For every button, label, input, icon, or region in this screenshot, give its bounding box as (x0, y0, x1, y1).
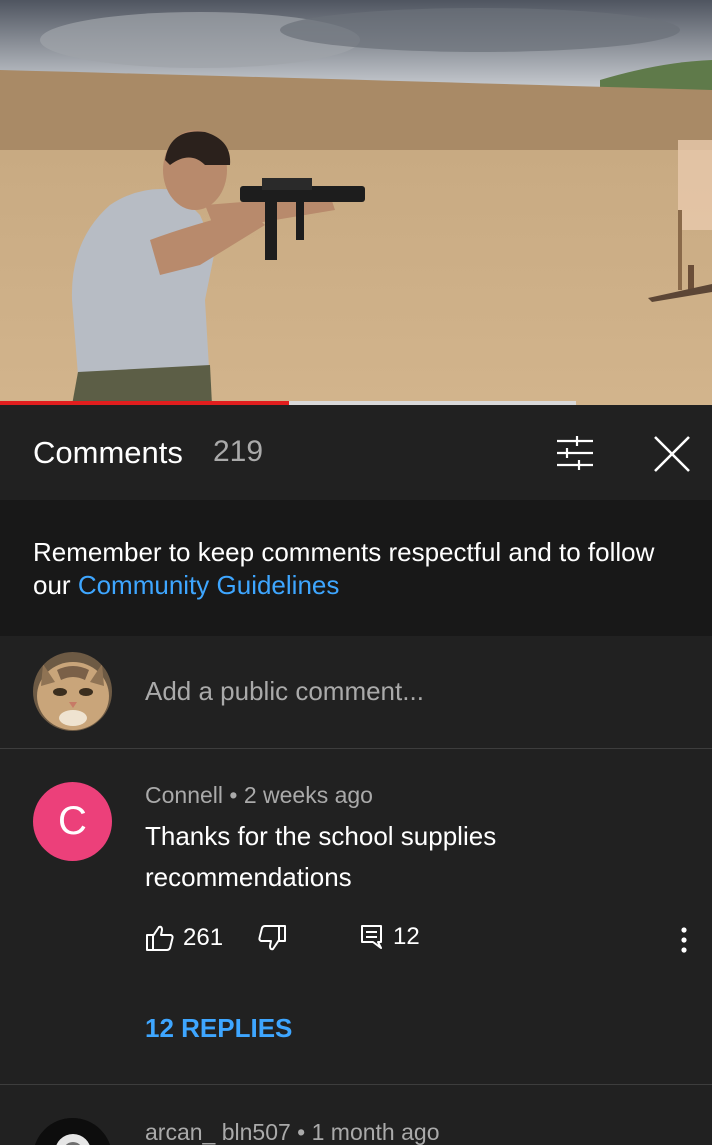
commenter-avatar[interactable]: C (33, 782, 112, 861)
reply-count: 12 (393, 923, 420, 950)
video-frame (0, 0, 712, 405)
comments-count: 219 (213, 435, 264, 468)
comments-title: Comments (33, 435, 183, 470)
notice-text: Remember to keep comments respectful and… (33, 536, 683, 602)
reply-button[interactable]: 12 (359, 923, 420, 951)
reply-comment-icon (361, 925, 382, 949)
community-notice: Remember to keep comments respectful and… (0, 500, 712, 636)
like-count: 261 (183, 924, 224, 951)
commenter-avatar[interactable] (33, 1118, 112, 1145)
user-avatar (33, 652, 112, 731)
filter-sliders-icon[interactable] (553, 433, 597, 473)
add-comment-row: Add a public comment... (0, 636, 712, 749)
like-button[interactable]: 261 (145, 923, 223, 953)
comment-text: Thanks for the school supplies recommend… (145, 821, 497, 892)
thumbs-up-icon (146, 925, 174, 951)
comment-meta: arcan_ bln507 • 1 month ago (145, 1119, 440, 1145)
dislike-button[interactable] (257, 923, 287, 953)
community-guidelines-link[interactable]: Community Guidelines (78, 570, 340, 600)
comment-item: arcan_ bln507 • 1 month ago (0, 1085, 712, 1145)
video-player[interactable] (0, 0, 712, 405)
more-options-icon[interactable] (672, 924, 696, 956)
thumbs-down-icon (258, 925, 286, 951)
comments-header: Comments 219 (0, 405, 712, 500)
view-replies-button[interactable]: 12 REPLIES (145, 1013, 292, 1044)
comment-item: C Connell • 2 weeks ago Thanks for the s… (0, 749, 712, 1085)
close-icon[interactable] (651, 433, 693, 475)
add-comment-input[interactable]: Add a public comment... (145, 676, 424, 707)
comment-meta: Connell • 2 weeks ago (145, 782, 373, 808)
